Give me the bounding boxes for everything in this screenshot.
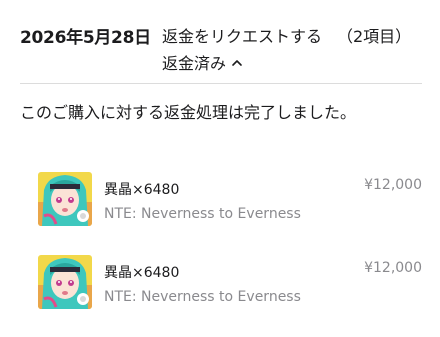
purchase-item: 異晶×6480 NTE: Neverness to Everness ¥12,0… [38,172,422,226]
item-game-title: NTE: Neverness to Everness [104,206,301,222]
item-game-title: NTE: Neverness to Everness [104,289,301,305]
refund-status-label: 返金済み [162,54,227,73]
item-count: （2項目） [337,27,412,46]
chevron-up-icon [230,55,244,69]
purchase-header: 2026年5月28日 返金をリクエストする （2項目） 返金済み [20,14,422,84]
request-refund-link[interactable]: 返金をリクエストする [162,23,322,47]
item-name: 異晶×6480 [104,182,180,198]
game-app-icon [38,172,92,226]
game-app-icon [38,255,92,309]
purchase-date: 2026年5月28日 [20,28,151,48]
refund-complete-message: このご購入に対する返金処理は完了しました。 [20,103,357,122]
item-name: 異晶×6480 [104,265,180,281]
item-price: ¥12,000 [364,177,422,193]
refund-status-toggle[interactable]: 返金済み [162,50,244,74]
refund-detail-page: 2026年5月28日 返金をリクエストする （2項目） 返金済み このご購入に対… [0,0,440,337]
item-price: ¥12,000 [364,260,422,276]
purchase-item: 異晶×6480 NTE: Neverness to Everness ¥12,0… [38,255,422,309]
